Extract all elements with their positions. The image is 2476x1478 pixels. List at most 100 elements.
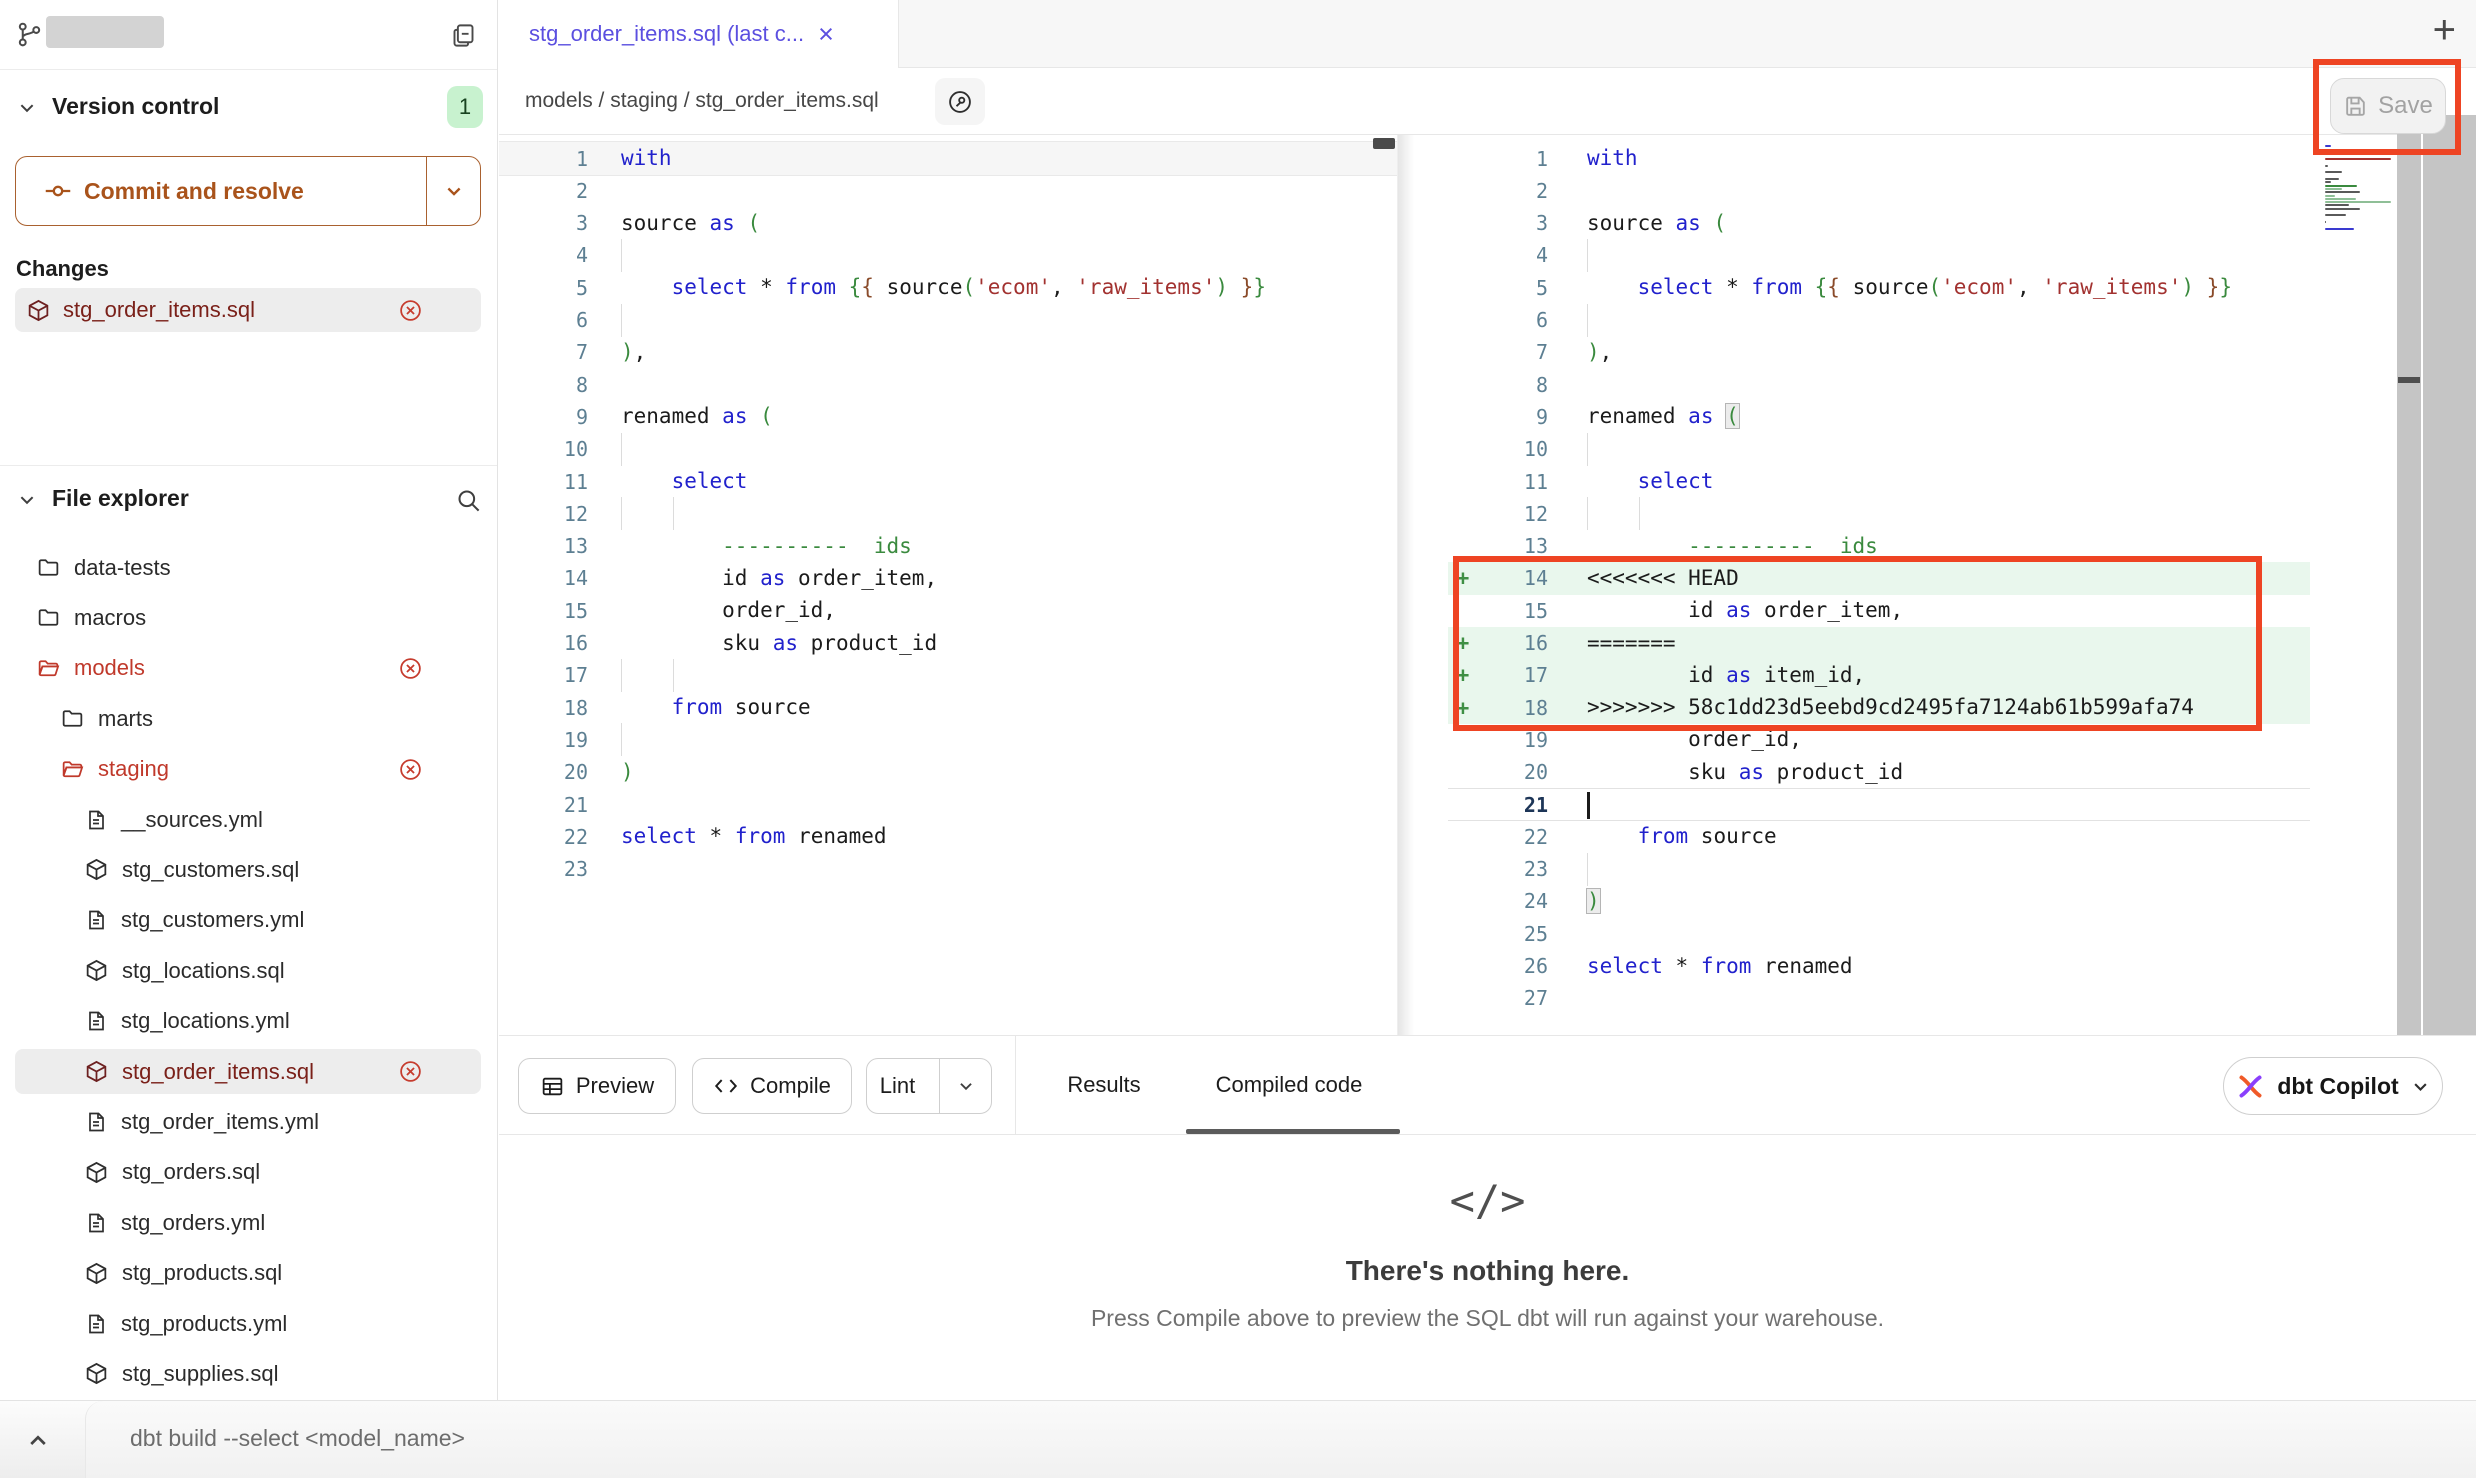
code-line-12[interactable]: 12 [1448, 497, 2310, 530]
code-line-20[interactable]: 20 sku as product_id [1448, 756, 2310, 789]
code-text[interactable]: select * from {{ source('ecom', 'raw_ite… [1560, 271, 2232, 304]
code-text[interactable] [1560, 433, 1588, 466]
save-button[interactable]: Save [2330, 78, 2446, 134]
code-line-16[interactable]: 16 sku as product_id [499, 627, 1397, 660]
code-text[interactable]: <<<<<<< HEAD [1560, 562, 1739, 595]
code-line-18[interactable]: 18 from source [499, 691, 1397, 724]
code-text[interactable]: order_id, [603, 594, 836, 627]
code-line-27[interactable]: 27 [1448, 982, 2310, 1015]
code-line-10[interactable]: 10 [499, 433, 1397, 466]
code-text[interactable] [1560, 982, 1587, 1015]
commit-and-resolve-button[interactable]: Commit and resolve [15, 156, 481, 226]
code-line-6[interactable]: 6 [499, 304, 1397, 337]
discard-change-icon[interactable] [398, 1059, 423, 1084]
code-text[interactable]: ) [603, 756, 634, 789]
code-line-2[interactable]: 2 [1448, 174, 2310, 207]
file-row-models[interactable]: models [15, 646, 481, 691]
code-line-5[interactable]: 5 select * from {{ source('ecom', 'raw_i… [499, 271, 1397, 304]
code-text[interactable]: id as order_item, [603, 562, 937, 595]
tab-compiled-code[interactable]: Compiled code [1179, 1036, 1399, 1134]
code-text[interactable] [1560, 853, 1588, 886]
code-text[interactable] [1560, 368, 1587, 401]
code-text[interactable] [603, 788, 621, 821]
code-line-4[interactable]: 4 [499, 239, 1397, 272]
file-row-marts[interactable]: marts [15, 696, 481, 741]
code-line-6[interactable]: 6 [1448, 304, 2310, 337]
code-text[interactable] [603, 723, 622, 756]
file-row-staging[interactable]: staging [15, 747, 481, 792]
file-row-stg_orders.yml[interactable]: stg_orders.yml [15, 1200, 481, 1245]
code-line-10[interactable]: 10 [1448, 433, 2310, 466]
file-row-stg_orders.sql[interactable]: stg_orders.sql [15, 1150, 481, 1195]
code-text[interactable]: id as item_id, [1560, 659, 1865, 692]
code-text[interactable] [603, 304, 622, 337]
code-text[interactable] [1560, 788, 1587, 821]
code-text[interactable]: ======= [1560, 627, 1676, 660]
tab-results[interactable]: Results [1039, 1036, 1169, 1134]
code-line-17[interactable]: +17 id as item_id, [1448, 659, 2310, 692]
code-text[interactable] [603, 433, 622, 466]
code-text[interactable] [603, 239, 622, 272]
code-line-20[interactable]: 20) [499, 756, 1397, 789]
code-text[interactable]: select [603, 465, 747, 498]
lineage-compass-button[interactable] [935, 78, 985, 125]
chevron-down-icon[interactable] [18, 99, 36, 117]
code-line-1[interactable]: 1with [1448, 142, 2310, 175]
code-text[interactable] [603, 853, 621, 886]
file-row-stg_locations.sql[interactable]: stg_locations.sql [15, 948, 481, 993]
file-row-stg_products.sql[interactable]: stg_products.sql [15, 1251, 481, 1296]
code-text[interactable] [603, 174, 621, 207]
code-text[interactable]: ), [1560, 336, 1612, 369]
code-text[interactable] [603, 659, 674, 692]
file-row-data-tests[interactable]: data-tests [15, 545, 481, 590]
code-line-24[interactable]: 24) [1448, 885, 2310, 918]
file-row-stg_locations.yml[interactable]: stg_locations.yml [15, 999, 481, 1044]
code-text[interactable]: select * from {{ source('ecom', 'raw_ite… [603, 271, 1266, 304]
code-text[interactable]: source as ( [603, 207, 760, 240]
code-text[interactable]: order_id, [1560, 723, 1802, 756]
file-row-stg_supplies.sql[interactable]: stg_supplies.sql [15, 1351, 481, 1396]
code-line-11[interactable]: 11 select [1448, 465, 2310, 498]
code-line-18[interactable]: +18>>>>>>> 58c1dd23d5eebd9cd2495fa7124ab… [1448, 691, 2310, 724]
diff-editor[interactable]: 1with2 3source as (45 select * from {{ so… [499, 135, 2476, 1035]
chevron-down-icon[interactable] [18, 491, 36, 509]
code-line-13[interactable]: 13 ---------- ids [499, 530, 1397, 563]
command-input[interactable]: dbt build --select <model_name> [85, 1401, 2476, 1478]
preview-button[interactable]: Preview [518, 1058, 676, 1114]
code-text[interactable]: renamed as ( [603, 400, 773, 433]
code-text[interactable] [1560, 239, 1588, 272]
discard-change-icon[interactable] [398, 656, 423, 681]
expand-panel-chevron-icon[interactable] [26, 1429, 50, 1453]
left-pane-scrollbar-thumb[interactable] [1373, 138, 1395, 149]
file-row-stg_order_items.yml[interactable]: stg_order_items.yml [15, 1099, 481, 1144]
code-text[interactable] [1560, 497, 1640, 530]
code-text[interactable]: sku as product_id [603, 627, 937, 660]
code-text[interactable] [1560, 174, 1587, 207]
editor-pane-left[interactable]: 1with23source as (45 select * from {{ so… [499, 135, 1397, 1035]
changed-file-row[interactable]: stg_order_items.sql [15, 288, 481, 332]
code-text[interactable]: renamed as ( [1560, 400, 1739, 433]
code-text[interactable]: with [603, 142, 672, 175]
code-line-22[interactable]: 22 from source [1448, 820, 2310, 853]
code-line-19[interactable]: 19 order_id, [1448, 723, 2310, 756]
code-line-17[interactable]: 17 [499, 659, 1397, 692]
code-text[interactable]: select [1560, 465, 1713, 498]
code-text[interactable]: select * from renamed [1560, 950, 1853, 983]
code-line-22[interactable]: 22select * from renamed [499, 820, 1397, 853]
compile-button[interactable]: Compile [692, 1058, 852, 1114]
file-row-macros[interactable]: macros [15, 595, 481, 640]
code-text[interactable]: select * from renamed [603, 820, 887, 853]
code-text[interactable]: from source [603, 691, 811, 724]
file-row-stg_products.yml[interactable]: stg_products.yml [15, 1301, 481, 1346]
code-line-3[interactable]: 3source as ( [499, 207, 1397, 240]
code-text[interactable]: >>>>>>> 58c1dd23d5eebd9cd2495fa7124ab61b… [1560, 691, 2194, 724]
code-line-14[interactable]: 14 id as order_item, [499, 562, 1397, 595]
code-text[interactable]: source as ( [1560, 207, 1726, 240]
code-text[interactable]: with [1560, 142, 1638, 175]
copy-icon[interactable] [450, 22, 477, 49]
file-row-__sources.yml[interactable]: __sources.yml [15, 797, 481, 842]
code-text[interactable]: ---------- ids [603, 530, 912, 563]
lint-dropdown-button[interactable] [939, 1059, 991, 1113]
code-line-12[interactable]: 12 [499, 497, 1397, 530]
code-line-7[interactable]: 7), [499, 336, 1397, 369]
